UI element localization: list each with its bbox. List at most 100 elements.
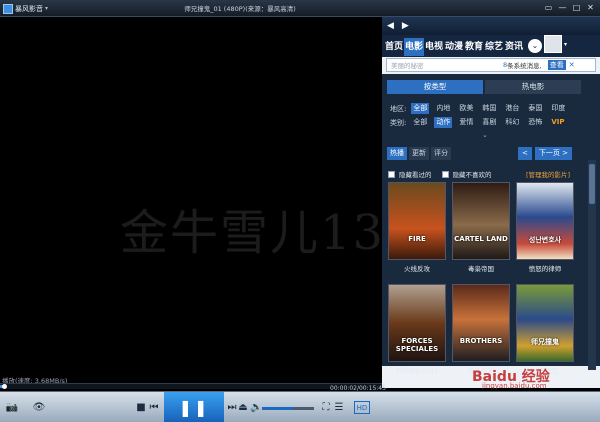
region-label: 地区: — [390, 104, 407, 113]
region-korea[interactable]: 韩国 — [480, 103, 498, 114]
hide-disliked-label: 隐藏不喜欢的 — [452, 171, 492, 179]
movie-poster[interactable]: BROTHERS — [452, 284, 510, 362]
next-icon[interactable]: ⏭ — [226, 401, 238, 414]
genre-scifi[interactable]: 科幻 — [503, 117, 521, 128]
back-arrow-icon[interactable]: ◀ — [387, 21, 394, 31]
movie-title[interactable]: 愤怒的律师 — [516, 263, 574, 273]
search-notice-bar: 美丽的秘密 8 条系统消息, 查看 ✕ — [386, 58, 596, 72]
movie-card[interactable]: FIRE 火线反攻 — [388, 182, 446, 273]
close-button[interactable]: ✕ — [585, 2, 596, 13]
region-mainland[interactable]: 内地 — [434, 103, 452, 114]
nav-tv[interactable]: 电视 — [424, 38, 444, 56]
genre-horror[interactable]: 恐怖 — [526, 117, 544, 128]
nav-home[interactable]: 首页 — [384, 38, 404, 56]
view-messages-link[interactable]: 查看 — [547, 60, 566, 70]
genre-action[interactable]: 动作 — [434, 117, 453, 128]
seek-bar[interactable] — [0, 383, 382, 389]
hd-toggle-button[interactable]: HD — [354, 401, 370, 414]
hide-options: 隐藏看过的 隐藏不喜欢的 — [388, 169, 492, 179]
sort-tabs: 热播 更新 评分 — [387, 147, 451, 160]
expand-filters-icon[interactable]: ⌄ — [482, 131, 488, 139]
movie-poster[interactable]: CARTEL LAND — [452, 182, 510, 260]
pager: < 下一页 > — [518, 147, 572, 160]
genre-all[interactable]: 全部 — [411, 117, 429, 128]
snapshot-icon[interactable]: 📷 — [4, 401, 20, 414]
genre-romance[interactable]: 爱情 — [457, 117, 475, 128]
compact-mode-button[interactable]: ▭ — [543, 2, 554, 13]
nav-variety[interactable]: 综艺 — [484, 38, 504, 56]
playlist-icon[interactable]: ☰ — [332, 401, 346, 414]
movie-card[interactable]: BROTHERS 搏击兄弟 — [452, 284, 510, 375]
volume-level — [262, 407, 294, 410]
movie-title[interactable]: 火线反攻 — [388, 263, 446, 273]
avatar[interactable] — [544, 35, 562, 53]
window-title: 师兄撞鬼_01 (480P)(来源：暴风高清) — [184, 5, 296, 13]
stop-icon[interactable]: ■ — [136, 401, 146, 414]
movie-poster[interactable]: 师兄撞鬼 — [516, 284, 574, 362]
tab-by-type[interactable]: 按类型 — [387, 80, 483, 94]
region-india[interactable]: 印度 — [549, 103, 567, 114]
minimize-button[interactable]: — — [557, 2, 568, 13]
hide-watched-label: 隐藏看过的 — [399, 171, 432, 179]
app-logo[interactable]: 暴风影音 ▾ — [3, 2, 48, 15]
region-filter: 地区: 全部 内地 欧美 韩国 港台 泰国 印度 — [390, 103, 567, 114]
region-all[interactable]: 全部 — [411, 103, 430, 114]
movie-card[interactable]: FORCES SPECIALES 特种部队2011 — [388, 284, 446, 375]
manage-movies-link[interactable]: [管理我的影片] — [526, 169, 570, 179]
control-bar: 📷 👁 ■ ⏮ ❚❚ ⏭ ⏏ 🔈 ⛶ ☰ HD — [0, 391, 600, 422]
sort-rating[interactable]: 评分 — [431, 147, 451, 160]
panel-scrollbar[interactable] — [588, 160, 596, 370]
tab-hot-movies[interactable]: 热电影 — [485, 80, 581, 94]
movie-poster[interactable]: FORCES SPECIALES — [388, 284, 446, 362]
movie-title[interactable]: 毒枭帝国 — [452, 263, 510, 273]
seek-handle[interactable] — [1, 384, 7, 389]
eye-icon[interactable]: 👁 — [30, 401, 48, 414]
fullscreen-icon[interactable]: ⛶ — [320, 401, 332, 414]
previous-icon[interactable]: ⏮ — [148, 401, 160, 414]
forward-arrow-icon[interactable]: ▶ — [402, 21, 409, 31]
volume-slider[interactable] — [262, 407, 314, 410]
pause-button[interactable]: ❚❚ — [164, 392, 224, 422]
region-hk-tw[interactable]: 港台 — [503, 103, 521, 114]
category-nav: 首页 电影 电视 动漫 教育 综艺 资讯 — [384, 38, 524, 56]
logo-text: 暴风影音 — [15, 4, 43, 13]
hide-watched-checkbox[interactable] — [388, 170, 395, 178]
nav-movies[interactable]: 电影 — [404, 38, 424, 56]
maximize-button[interactable]: □ — [571, 2, 582, 13]
volume-icon[interactable]: 🔈 — [250, 401, 262, 414]
sort-updated[interactable]: 更新 — [409, 147, 429, 160]
search-input[interactable]: 美丽的秘密 — [387, 60, 503, 70]
movie-poster[interactable]: FIRE — [388, 182, 446, 260]
baidu-url: jingyan.baidu.com — [482, 382, 547, 390]
nav-anime[interactable]: 动漫 — [444, 38, 464, 56]
nav-news[interactable]: 资讯 — [504, 38, 524, 56]
region-thailand[interactable]: 泰国 — [526, 103, 544, 114]
scrollbar-thumb[interactable] — [589, 164, 595, 204]
panel-topbar: ◀ ▶ — [382, 17, 600, 37]
media-library-panel: ◀ ▶ 首页 电影 电视 动漫 教育 综艺 资讯 ⌄ ▾ 美丽的秘密 8 条系统… — [382, 17, 600, 388]
genre-comedy[interactable]: 喜剧 — [480, 117, 498, 128]
genre-vip[interactable]: VIP — [549, 117, 566, 128]
movie-card[interactable]: CARTEL LAND 毒枭帝国 — [452, 182, 510, 273]
prev-page-button[interactable]: < — [518, 147, 532, 160]
browse-tabs: 按类型 热电影 — [387, 80, 581, 94]
message-text: 条系统消息, — [507, 62, 542, 70]
movie-title[interactable]: 特种部队2011 — [388, 365, 446, 375]
region-western[interactable]: 欧美 — [457, 103, 475, 114]
hide-disliked-checkbox[interactable] — [441, 170, 449, 178]
close-icon[interactable]: ✕ — [569, 61, 575, 69]
movie-card[interactable]: 성난변호사 愤怒的律师 — [516, 182, 574, 273]
nav-education[interactable]: 教育 — [464, 38, 484, 56]
chevron-down-icon: ▾ — [45, 5, 49, 12]
movie-card[interactable]: 师兄撞鬼 师兄撞鬼 — [516, 284, 574, 375]
eject-icon[interactable]: ⏏ — [238, 401, 248, 414]
movie-poster[interactable]: 성난변호사 — [516, 182, 574, 260]
title-bar: 暴风影音 ▾ 师兄撞鬼_01 (480P)(来源：暴风高清) ▭ — □ ✕ — [0, 0, 600, 17]
video-area[interactable]: 金牛雪儿1314 — [0, 17, 448, 383]
logo-icon — [3, 3, 13, 14]
next-page-button[interactable]: 下一页 > — [534, 147, 572, 160]
more-menu-icon[interactable]: ⌄ — [528, 39, 542, 53]
sort-hot[interactable]: 热播 — [387, 147, 407, 160]
chevron-down-icon[interactable]: ▾ — [564, 41, 567, 48]
window-controls: ▭ — □ ✕ — [543, 2, 596, 13]
